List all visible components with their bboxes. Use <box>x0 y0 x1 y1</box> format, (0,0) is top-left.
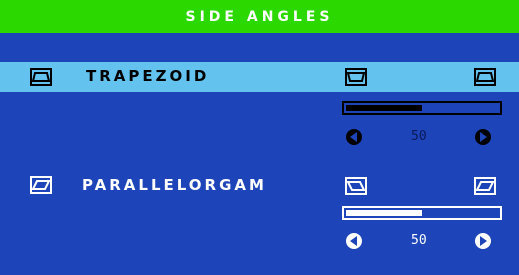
parallelogram-value: 50 <box>411 233 427 248</box>
parallelogram-icon <box>30 176 52 194</box>
trapezoid-narrow-bottom-icon[interactable] <box>345 68 367 86</box>
parallelogram-increase-arrow-icon[interactable] <box>474 232 492 250</box>
trapezoid-decrease-arrow-icon[interactable] <box>345 128 363 146</box>
selected-row-highlight <box>0 62 519 92</box>
osd-title: SIDE ANGLES <box>0 0 519 33</box>
parallelogram-level-bar[interactable] <box>342 206 502 220</box>
parallelogram-left-icon[interactable] <box>345 177 367 195</box>
parallelogram-right-icon[interactable] <box>474 177 496 195</box>
trapezoid-increase-arrow-icon[interactable] <box>474 128 492 146</box>
trapezoid-level-bar[interactable] <box>342 101 502 115</box>
menu-item-trapezoid[interactable]: TRAPEZOID <box>86 67 209 85</box>
parallelogram-decrease-arrow-icon[interactable] <box>345 232 363 250</box>
trapezoid-icon <box>30 68 52 86</box>
parallelogram-level-fill <box>346 210 422 216</box>
trapezoid-narrow-top-icon[interactable] <box>474 68 496 86</box>
trapezoid-level-fill <box>346 105 422 111</box>
trapezoid-value: 50 <box>411 129 427 144</box>
menu-item-parallelogram[interactable]: PARALLELORGAM <box>82 176 267 194</box>
